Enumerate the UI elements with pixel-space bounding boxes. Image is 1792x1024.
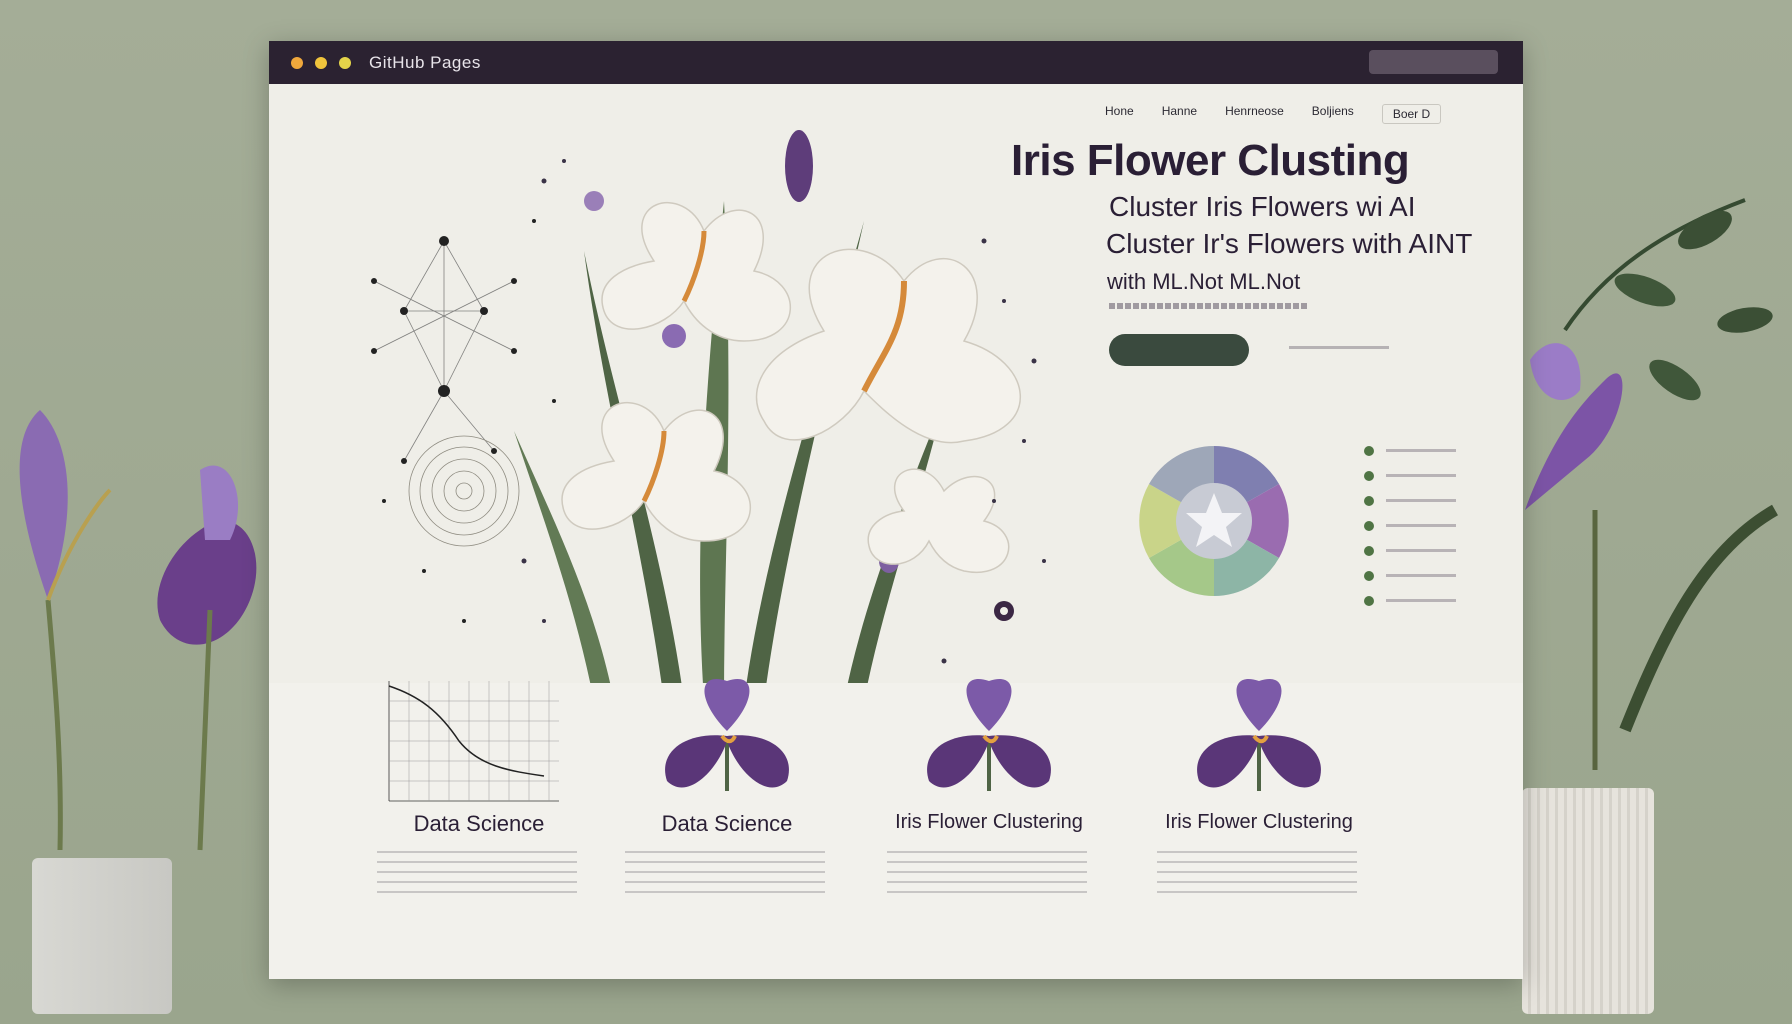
iris-flower-icon <box>665 679 789 791</box>
subtitle-3-right: ML.Not <box>1229 269 1301 294</box>
feature-card-2-text <box>625 851 825 899</box>
window-dot-minimize[interactable] <box>315 56 327 69</box>
nav-item-home[interactable]: Hone <box>1105 104 1134 124</box>
nav-button[interactable]: Boer D <box>1381 104 1442 124</box>
left-iris-plant <box>19 410 257 851</box>
browser-window: GitHub Pages Hone Hanne Henrneose Boljie… <box>269 41 1523 979</box>
nav-item-4[interactable]: Boljiens <box>1312 104 1354 124</box>
right-iris-plant <box>1525 198 1778 770</box>
cluster-wheel-chart <box>1139 446 1456 606</box>
page-title: Iris Flower Clusting <box>1011 136 1410 185</box>
feature-card-2-title: Data Science <box>661 811 793 836</box>
iris-flower-icon <box>927 679 1051 791</box>
cta-secondary-link[interactable] <box>1289 346 1389 349</box>
feature-card-3-title: Iris Flower Clustering <box>895 811 1083 833</box>
nav-item-2[interactable]: Hanne <box>1162 104 1197 124</box>
window-dot-close[interactable] <box>291 56 303 69</box>
feature-card-2[interactable]: Data Science <box>617 679 837 971</box>
nav-bar: Hone Hanne Henrneose Boljiens Boer D <box>1105 104 1442 124</box>
hero-iris-illustration <box>371 130 1046 701</box>
feature-card-3-text <box>887 851 1087 899</box>
feature-card-1-title: Data Science <box>413 811 545 836</box>
iris-flower-icon <box>1197 679 1321 791</box>
subtitle-1: Cluster Iris Flowers wi AI <box>1109 191 1416 222</box>
feature-card-4-title: Iris Flower Clustering <box>1165 811 1353 833</box>
cta-button[interactable] <box>1109 334 1249 366</box>
right-pot <box>1522 788 1654 1014</box>
feature-card-4-text <box>1157 851 1357 899</box>
subtitle-3-left: with ML.Not <box>1107 269 1224 294</box>
feature-card-4[interactable]: Iris Flower Clustering <box>1149 679 1369 971</box>
left-pot <box>32 858 172 1014</box>
line-chart-icon <box>388 681 559 802</box>
nav-item-3[interactable]: Henrneose <box>1225 104 1284 124</box>
subtitle-2: Cluster Ir's Flowers with AINT <box>1106 228 1473 259</box>
subtitle-3: with ML.Not ML.Not <box>1107 269 1300 295</box>
window-dot-maximize[interactable] <box>339 56 351 69</box>
window-title: GitHub Pages <box>369 52 481 72</box>
titlebar-search[interactable] <box>1369 50 1498 74</box>
feature-card-1[interactable]: Data Science <box>369 681 589 971</box>
feature-card-3[interactable]: Iris Flower Clustering <box>879 679 1099 971</box>
title-bar: GitHub Pages <box>269 41 1523 84</box>
fine-print <box>1109 303 1309 309</box>
feature-card-1-text <box>377 851 577 899</box>
